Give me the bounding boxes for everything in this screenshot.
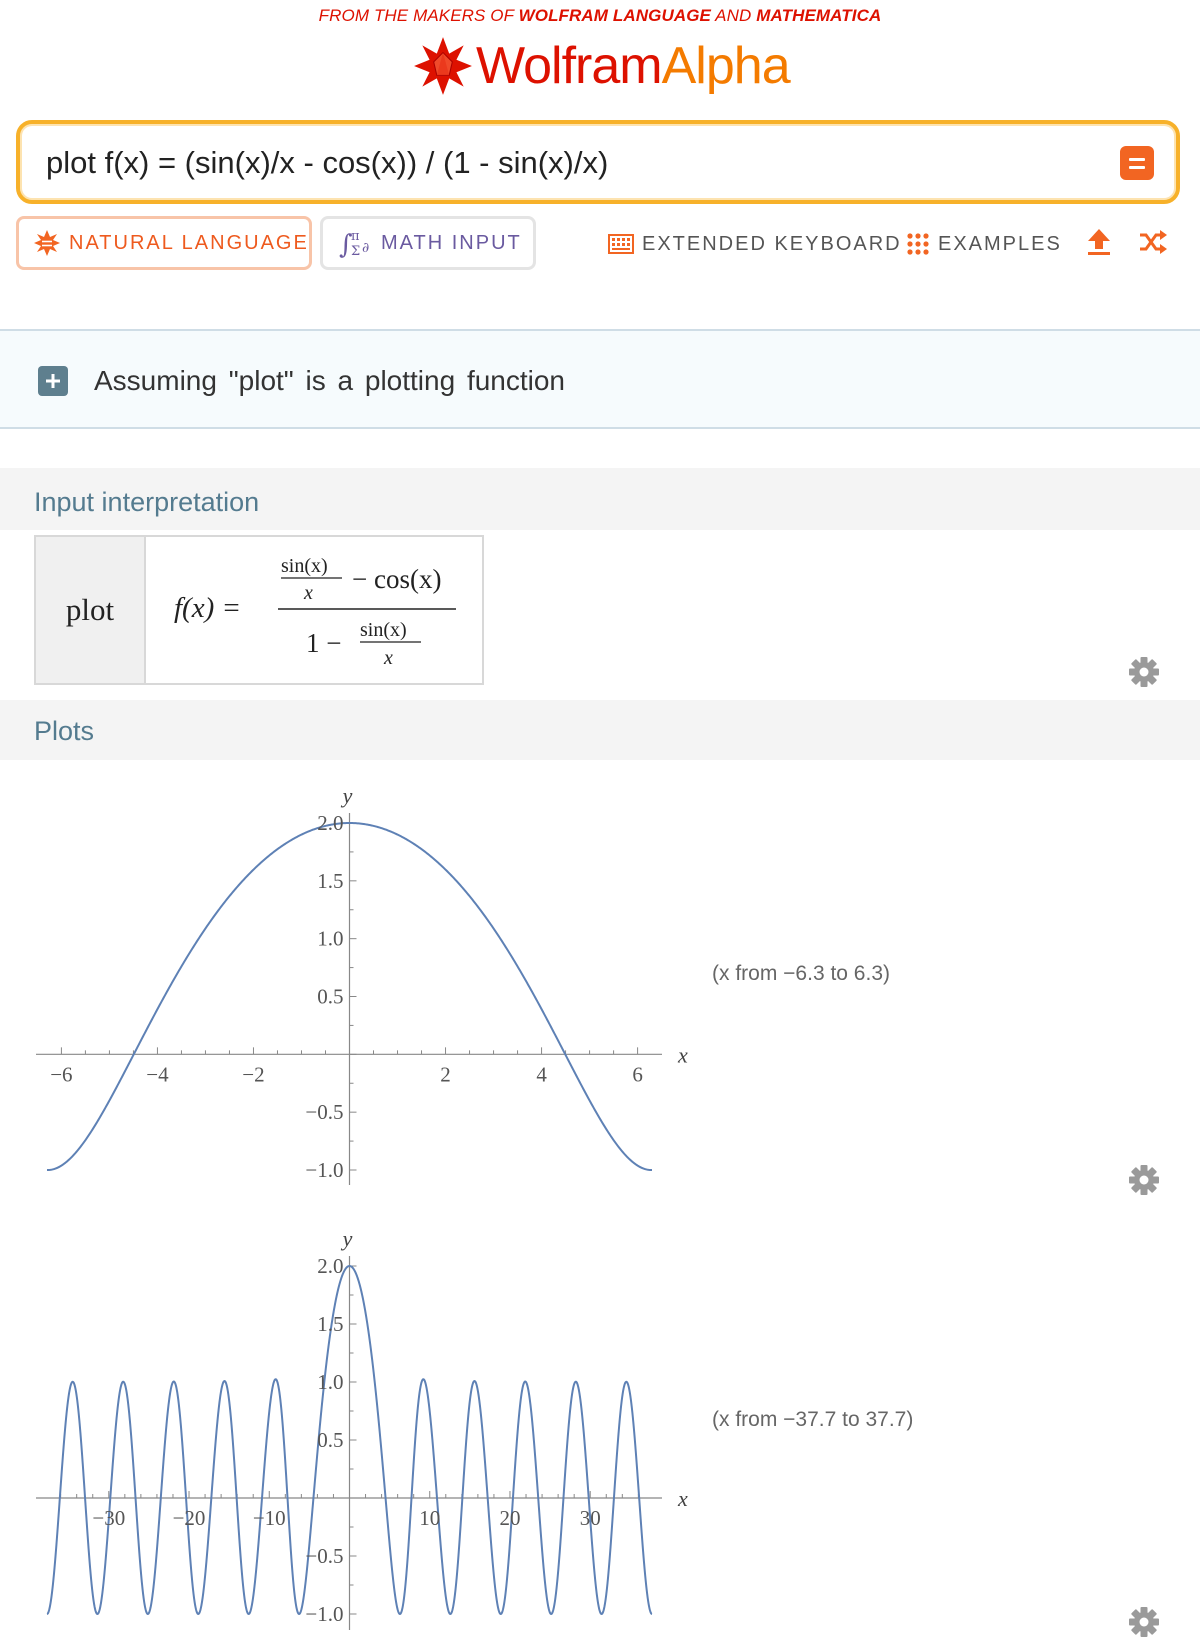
y-axis-label: y: [341, 1226, 353, 1251]
y-tick-label: −1.0: [305, 1602, 343, 1626]
random-button[interactable]: [1138, 228, 1176, 256]
logo-wolfram: Wolfram: [476, 37, 663, 95]
examples-label: EXAMPLES: [938, 232, 1062, 255]
logo-alpha: Alpha: [661, 37, 791, 95]
input-interpretation-pod-title: Input interpretation: [0, 468, 1200, 530]
assumption-bar: Assuming "plot" is a plotting function: [0, 329, 1200, 429]
math-symbols-icon: ∫ π Σ ∂: [339, 227, 373, 259]
interpretation-table: plot f(x) = sin(x) x − cos(x) 1 − sin(x)…: [34, 535, 484, 685]
tagline-brand-language[interactable]: WOLFRAM LANGUAGE: [519, 6, 711, 25]
gear-icon[interactable]: [1128, 1164, 1160, 1196]
assumption-text: Assuming "plot" is a plotting function: [94, 365, 566, 396]
x-tick-label: 4: [536, 1062, 547, 1086]
compute-button[interactable]: [1120, 146, 1154, 180]
plot-1-caption: (x from −6.3 to 6.3): [712, 962, 890, 985]
x-tick-label: −30: [92, 1506, 125, 1530]
upload-icon: [1088, 229, 1110, 255]
y-tick-label: 1.5: [317, 1312, 343, 1336]
spikey-small-icon: [33, 229, 61, 257]
y-tick-label: −0.5: [305, 1544, 343, 1568]
search-bar: [16, 120, 1180, 204]
plot-2: −30 −20 −10 10 20 30 −1.0 −0.5 0.5 1.0 1.5 2.0 x y: [36, 1226, 688, 1630]
x-tick-label: −10: [253, 1506, 286, 1530]
formula-num-frac-num: sin(x): [281, 555, 328, 577]
plots-pod-title: Plots: [0, 700, 1200, 760]
svg-text:π: π: [351, 229, 362, 244]
logo-wordmark: WolframAlpha: [476, 36, 791, 96]
grid-dots-icon: [907, 233, 929, 255]
plot-2-caption: (x from −37.7 to 37.7): [712, 1408, 914, 1431]
natural-language-label: NATURAL LANGUAGE: [69, 231, 309, 254]
y-tick-label: 1.5: [317, 869, 343, 893]
formula-num-rest: − cos(x): [352, 564, 441, 594]
examples-button[interactable]: EXAMPLES: [906, 230, 1062, 258]
tagline-brand-mathematica[interactable]: MATHEMATICA: [756, 6, 881, 25]
x-tick-label: 2: [440, 1062, 451, 1086]
formula-den-frac-den: x: [383, 647, 393, 669]
y-tick-label: 0.5: [317, 985, 343, 1009]
interpretation-keyword: plot: [36, 537, 146, 683]
interpretation-formula: f(x) = sin(x) x − cos(x) 1 − sin(x) x: [146, 537, 482, 683]
x-tick-label: −4: [146, 1062, 169, 1086]
tagline-prefix: FROM THE MAKERS OF: [318, 6, 514, 25]
y-tick-label: −0.5: [305, 1100, 343, 1124]
expand-plus-icon[interactable]: [38, 366, 68, 396]
svg-text:∂: ∂: [362, 240, 371, 256]
equals-icon-bar: [1129, 165, 1145, 169]
upload-button[interactable]: [1086, 228, 1120, 256]
tagline-and: AND: [715, 6, 752, 25]
y-tick-label: 1.0: [317, 927, 343, 951]
x-tick-label: −20: [173, 1506, 206, 1530]
plot-1: −6 −4 −2 2 4 6 −1.0 −0.5 0.5 1.0 1.5 2.0 x y: [36, 783, 688, 1185]
x-tick-label: −2: [242, 1062, 264, 1086]
x-tick-label: 30: [580, 1506, 601, 1530]
y-tick-label: 0.5: [317, 1428, 343, 1452]
extended-keyboard-button[interactable]: EXTENDED KEYBOARD: [608, 230, 902, 258]
natural-language-mode-button[interactable]: NATURAL LANGUAGE: [16, 216, 312, 270]
y-tick-label: 2.0: [317, 1254, 343, 1278]
wolfram-spikey-icon: [414, 37, 472, 95]
formula-num-frac-den: x: [303, 582, 313, 604]
math-input-mode-button[interactable]: ∫ π Σ ∂ MATH INPUT: [320, 216, 536, 270]
gear-icon[interactable]: [1128, 1606, 1160, 1638]
wolframalpha-logo[interactable]: WolframAlpha: [412, 36, 791, 96]
formula-den-frac-num: sin(x): [360, 619, 407, 641]
y-tick-label: 1.0: [317, 1370, 343, 1394]
gear-icon[interactable]: [1128, 656, 1160, 688]
x-tick-label: −6: [50, 1062, 72, 1086]
extended-keyboard-label: EXTENDED KEYBOARD: [642, 232, 902, 255]
math-input-label: MATH INPUT: [381, 231, 522, 254]
svg-text:Σ: Σ: [351, 244, 362, 259]
keyboard-icon: [608, 234, 634, 254]
x-tick-label: 6: [632, 1062, 643, 1086]
y-tick-label: 2.0: [317, 811, 343, 835]
x-axis-label: x: [677, 1486, 688, 1511]
formula-graphic: f(x) = sin(x) x − cos(x) 1 − sin(x) x: [174, 555, 456, 669]
y-tick-label: −1.0: [305, 1158, 343, 1182]
y-axis-label: y: [341, 783, 353, 808]
search-input[interactable]: [44, 138, 1088, 188]
equals-icon: [1129, 157, 1145, 161]
x-tick-label: 20: [499, 1506, 520, 1530]
formula-lhs: f(x) =: [174, 592, 241, 624]
formula-den-lead: 1 −: [306, 628, 341, 658]
shuffle-icon: [1140, 230, 1167, 254]
x-tick-label: 10: [419, 1506, 440, 1530]
x-axis-label: x: [677, 1042, 688, 1067]
tagline: FROM THE MAKERS OF WOLFRAM LANGUAGE AND …: [0, 6, 1200, 26]
